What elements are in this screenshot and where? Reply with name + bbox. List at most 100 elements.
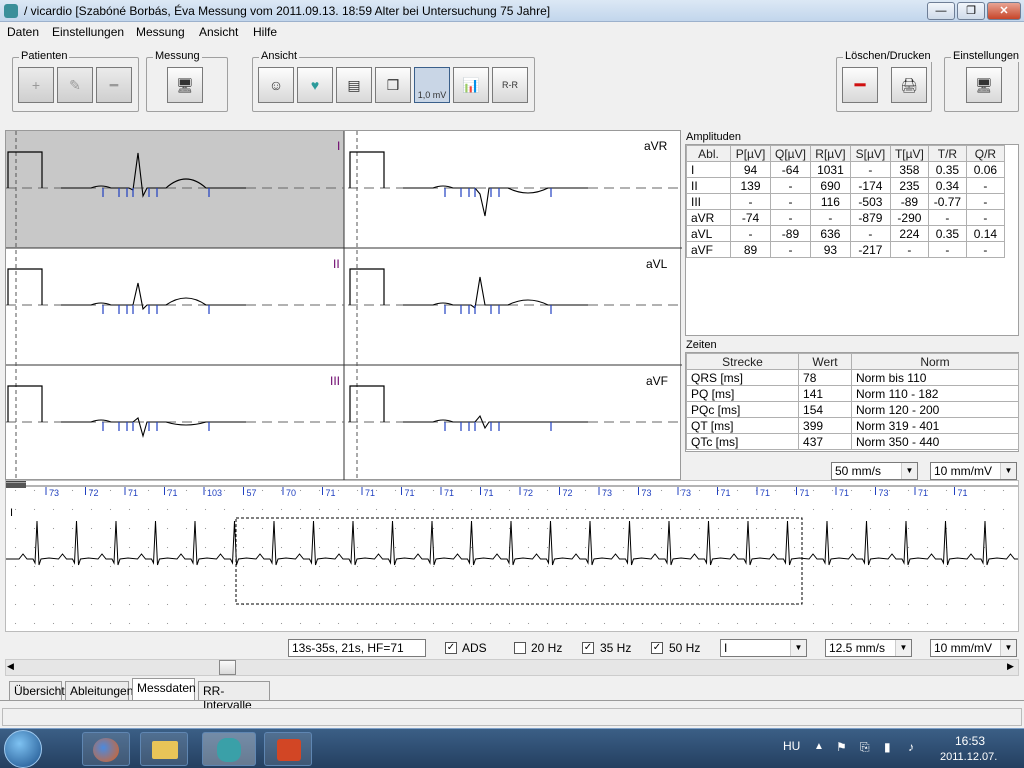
column-header[interactable]: Q[µV] [770, 145, 811, 162]
table-cell: - [809, 209, 851, 226]
table-cell: Norm bis 110 [850, 369, 1020, 386]
close-button[interactable]: ✕ [987, 2, 1021, 20]
speed-select-bottom[interactable]: 12.5 mm/s ▼ [825, 639, 912, 657]
column-header[interactable]: P[µV] [730, 145, 771, 162]
measurement-button[interactable]: 🖥 [167, 67, 203, 103]
lead-select[interactable]: I ▼ [720, 639, 807, 657]
table-row[interactable]: aVR -74- - -879 -290- - [686, 209, 1005, 226]
menu-einstellungen[interactable]: Einstellungen [52, 25, 124, 39]
column-header[interactable]: S[µV] [849, 145, 891, 162]
minus-icon: ━ [109, 76, 119, 93]
language-indicator[interactable]: HU [783, 739, 800, 753]
person-view-button[interactable]: ☺ [258, 67, 294, 103]
table-row[interactable]: PQ [ms] 141 Norm 110 - 182 [685, 385, 1020, 402]
table-row[interactable]: aVL - -89 636-224 0.35 0.14 [686, 225, 1005, 242]
rr-interval-label: 71 [365, 488, 375, 498]
amplituden-table[interactable]: Abl. P[µV] Q[µV] R[µV] S[µV] T[µV] T/R Q/R I 94 -6… [686, 145, 1005, 258]
column-header[interactable]: Wert [798, 353, 852, 370]
column-header[interactable]: Strecke [685, 353, 800, 370]
taskbar-vicardio[interactable] [202, 732, 256, 766]
table-row[interactable]: II 139-690 -174 235 0.34- [686, 177, 1005, 194]
start-button[interactable] [4, 730, 42, 768]
menu-ansicht[interactable]: Ansicht [199, 25, 238, 39]
red-minus-icon: ━ [854, 74, 866, 95]
ads-checkbox[interactable]: ✓ [445, 642, 457, 654]
table-cell: 0.14 [965, 225, 1005, 242]
scroll-right-icon[interactable]: ▶ [1007, 661, 1014, 672]
scroll-left-icon[interactable]: ◀ [7, 661, 14, 672]
table-row[interactable]: aVF 89-93 -217- - - [686, 241, 1005, 258]
taskbar-powerpoint[interactable] [264, 732, 312, 766]
rr-interval-label: 71 [444, 488, 454, 498]
table-view-button[interactable]: ▤ [336, 67, 372, 103]
windows-icon: ❒ [386, 76, 400, 93]
table-cell: -64 [770, 161, 811, 178]
column-header[interactable]: Norm [850, 353, 1020, 370]
column-header[interactable]: T[µV] [889, 145, 929, 162]
heart-view-button[interactable]: ♥ [297, 67, 333, 103]
taskbar-explorer[interactable] [140, 732, 188, 766]
column-header[interactable]: Q/R [965, 145, 1005, 162]
table-cell: 690 [809, 177, 851, 194]
gain-select-bottom[interactable]: 10 mm/mV ▼ [930, 639, 1017, 657]
tab-messdaten[interactable]: Messdaten [132, 678, 196, 700]
rhythm-svg: 73 72 71 71 103 57 70 71 71 71 71 71 72 72 73 73 73 71 71 7… [6, 479, 1024, 605]
tab-ableitungen[interactable]: Ableitungen [65, 681, 133, 700]
gain-select-top[interactable]: 10 mm/mV ▼ [930, 462, 1017, 480]
hz35-checkbox[interactable]: ✓ [582, 642, 594, 654]
table-row[interactable]: QRS [ms] 78 Norm bis 110 [685, 369, 1020, 386]
table-cell: 235 [889, 177, 929, 194]
rr-interval-label: 70 [286, 488, 296, 498]
messung-label: Messung [153, 50, 202, 62]
delete-button[interactable]: ━ [842, 67, 878, 103]
table-row[interactable]: I 94 -64 1031-358 0.35 0.06 [686, 161, 1005, 178]
menu-messung[interactable]: Messung [136, 25, 185, 39]
table-row[interactable]: III - -116 -503 -89 -0.77- [686, 193, 1005, 210]
settings-button[interactable]: 🖥 [966, 67, 1002, 103]
table-cell: 154 [798, 401, 852, 418]
table-row[interactable]: QT [ms] 399 Norm 319 - 401 [685, 417, 1020, 434]
rr-view-button[interactable]: R-R [492, 67, 528, 103]
ecg-waveform [403, 276, 588, 309]
add-patient-button[interactable]: + [18, 67, 54, 103]
zeiten-table[interactable]: Strecke Wert Norm QRS [ms] 78 Norm bis 110 PQ … [685, 353, 1020, 450]
lead-label-avl: aVL [646, 257, 668, 271]
segment-info-field: 13s-35s, 21s, HF=71 [288, 639, 426, 657]
taskbar-firefox[interactable] [82, 732, 130, 766]
menu-daten[interactable]: Daten [7, 25, 39, 39]
horizontal-scrollbar[interactable] [5, 659, 1019, 676]
tab-uebersicht[interactable]: Übersicht [9, 681, 65, 700]
multi-view-button[interactable]: ❒ [375, 67, 411, 103]
hz20-checkbox[interactable] [514, 642, 526, 654]
column-header[interactable]: R[µV] [809, 145, 851, 162]
scrollbar-thumb[interactable] [219, 660, 236, 675]
menu-hilfe[interactable]: Hilfe [253, 25, 277, 39]
chart-view-button[interactable]: 📊 [453, 67, 489, 103]
minimize-button[interactable]: — [927, 2, 955, 20]
column-header[interactable]: Abl. [686, 145, 731, 162]
table-cell: - [730, 193, 771, 210]
print-button[interactable]: 🖨 [891, 67, 927, 103]
tray-arrow-icon[interactable]: ▲ [814, 741, 824, 752]
edit-patient-button[interactable]: ✎ [57, 67, 93, 103]
table-cell: 0.06 [965, 161, 1005, 178]
maximize-button[interactable]: ❐ [957, 2, 985, 20]
calibration-view-button[interactable]: 1,0 mV [414, 67, 450, 103]
flag-icon[interactable]: ⚑ [836, 740, 847, 754]
speed-select-top[interactable]: 50 mm/s ▼ [831, 462, 918, 480]
remove-patient-button[interactable]: ━ [96, 67, 132, 103]
network-icon[interactable]: ▮ [884, 740, 891, 754]
volume-icon[interactable]: ♪ [908, 740, 914, 754]
table-row[interactable]: QTc [ms] 437 Norm 350 - 440 [685, 433, 1020, 450]
column-header[interactable]: T/R [927, 145, 967, 162]
clock-time[interactable]: 16:53 [955, 734, 985, 748]
table-cell: -74 [730, 209, 771, 226]
table-row[interactable]: PQc [ms] 154 Norm 120 - 200 [685, 401, 1020, 418]
einstellungen-label: Einstellungen [951, 50, 1022, 62]
rr-interval-label: 71 [918, 488, 928, 498]
hz50-checkbox[interactable]: ✓ [651, 642, 663, 654]
rhythm-strip[interactable]: 73 72 71 71 103 57 70 71 71 71 71 71 72 72 73 73 73 71 71 7… [5, 479, 1024, 632]
clock-date[interactable]: 2011.12.07. [940, 751, 997, 763]
device-icon[interactable]: ⎘ [860, 740, 870, 755]
tab-rr-intervalle[interactable]: RR-Intervalle [198, 681, 270, 712]
